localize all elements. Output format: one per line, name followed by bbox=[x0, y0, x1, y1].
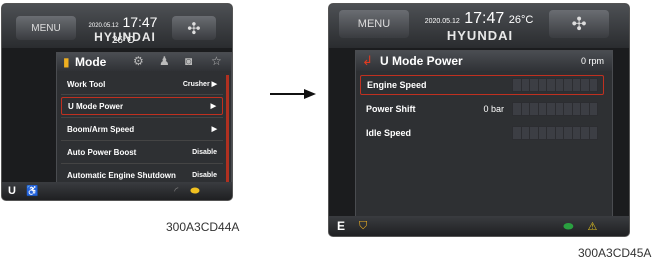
divider bbox=[61, 117, 223, 118]
work-mode-indicator: E bbox=[337, 219, 346, 233]
panel-header: ↲ U Mode Power 0 rpm bbox=[356, 51, 612, 71]
divider bbox=[61, 163, 223, 164]
fan-button[interactable]: ✣ bbox=[172, 16, 216, 40]
mode-menu-panel: ▮ Mode ⚙ ♟ ◙ ☆ Work Tool Crusher ▶ U Mod… bbox=[56, 52, 232, 192]
transition-arrow-icon bbox=[270, 89, 316, 99]
fan-icon: ✣ bbox=[187, 18, 201, 38]
divider bbox=[61, 140, 223, 141]
menu-item-value: ▶ bbox=[210, 103, 216, 110]
time-text: 17:47 bbox=[122, 14, 158, 30]
mode-tab-icon: ▮ bbox=[63, 55, 70, 69]
menu-item-u-mode-power[interactable]: U Mode Power ▶ bbox=[61, 97, 223, 115]
menu-item-label: Automatic Engine Shutdown bbox=[67, 170, 176, 180]
u-mode-power-screen: MENU 2020.05.12 17:47 26°C HYUNDAI ✣ ↲ U… bbox=[329, 4, 629, 236]
fan-button[interactable]: ✣ bbox=[549, 10, 609, 38]
turtle-icon: ⬬ bbox=[190, 184, 200, 197]
setting-label: Power Shift bbox=[366, 104, 416, 114]
seatbelt-icon: ♿ bbox=[25, 185, 39, 197]
user-tab-icon[interactable]: ♟ bbox=[159, 54, 170, 68]
menu-item-label: Work Tool bbox=[67, 79, 106, 89]
work-mode-indicator: U bbox=[8, 185, 16, 197]
setting-label: Idle Speed bbox=[366, 128, 412, 138]
figure-caption-left: 300A3CD44A bbox=[166, 220, 240, 234]
fan-icon: ✣ bbox=[571, 13, 587, 35]
menu-item-boom-arm-speed[interactable]: Boom/Arm Speed ▶ bbox=[61, 120, 223, 138]
setting-label: Engine Speed bbox=[367, 80, 427, 90]
menu-item-value: Disable bbox=[192, 171, 217, 179]
warning-icon: ⚠ bbox=[587, 220, 598, 233]
menu-label: MENU bbox=[357, 18, 391, 30]
menu-item-label: U Mode Power bbox=[68, 101, 124, 111]
bottom-status-bar: E ⛉ ⬬ ⚠ bbox=[329, 216, 629, 236]
bottom-status-bar: U ♿ ◜ ⬬ bbox=[2, 182, 232, 200]
menu-label: MENU bbox=[31, 22, 61, 34]
power-shift-bar[interactable] bbox=[512, 102, 598, 116]
signal-icon: ◜ bbox=[174, 185, 179, 197]
clock-display: 2020.05.12 17:47 26°C bbox=[419, 10, 539, 28]
gear-tab-icon[interactable]: ⚙ bbox=[133, 54, 144, 68]
date-text: 2020.05.12 bbox=[424, 18, 460, 25]
setting-value: 0 bar bbox=[483, 104, 504, 114]
menu-tab-bar: ▮ Mode ⚙ ♟ ◙ ☆ bbox=[57, 53, 231, 71]
menu-button[interactable]: MENU bbox=[16, 16, 76, 40]
turtle-icon: ⬬ bbox=[563, 218, 574, 233]
figure-caption-right: 300A3CD45A bbox=[578, 246, 652, 260]
date-text: 2020.05.12 bbox=[88, 23, 119, 29]
menu-item-label: Boom/Arm Speed bbox=[67, 124, 135, 134]
menu-item-label: Auto Power Boost bbox=[67, 147, 137, 157]
display-tab-icon[interactable]: ◙ bbox=[185, 54, 192, 68]
mode-menu-screen: MENU 2020.05.12 17:47 26°C HYUNDAI ✣ ▮ M… bbox=[2, 4, 232, 200]
rpm-readout: 0 rpm bbox=[580, 56, 604, 66]
star-tab-icon[interactable]: ☆ bbox=[211, 54, 222, 68]
u-mode-power-panel: ↲ U Mode Power 0 rpm Engine Speed Power … bbox=[355, 50, 613, 218]
menu-button[interactable]: MENU bbox=[339, 10, 409, 38]
temp-text: 26°C bbox=[508, 14, 534, 26]
menu-item-value: ▶ bbox=[211, 126, 217, 133]
menu-item-work-tool[interactable]: Work Tool Crusher ▶ bbox=[61, 75, 223, 93]
menu-item-auto-power-boost[interactable]: Auto Power Boost Disable bbox=[61, 143, 223, 161]
brand-label: HYUNDAI bbox=[94, 30, 156, 44]
time-text: 17:47 bbox=[464, 10, 505, 27]
brand-label: HYUNDAI bbox=[446, 28, 514, 43]
engine-speed-bar[interactable] bbox=[512, 78, 598, 92]
panel-title: U Mode Power bbox=[380, 54, 463, 68]
scrollbar[interactable] bbox=[226, 75, 229, 185]
menu-item-value: Disable bbox=[192, 148, 217, 156]
idle-speed-bar[interactable] bbox=[512, 126, 598, 140]
menu-title: Mode bbox=[75, 55, 107, 69]
back-icon[interactable]: ↲ bbox=[362, 53, 373, 69]
bucket-icon: ⛉ bbox=[359, 219, 368, 232]
divider bbox=[61, 94, 223, 95]
menu-item-value: Crusher ▶ bbox=[182, 81, 217, 88]
